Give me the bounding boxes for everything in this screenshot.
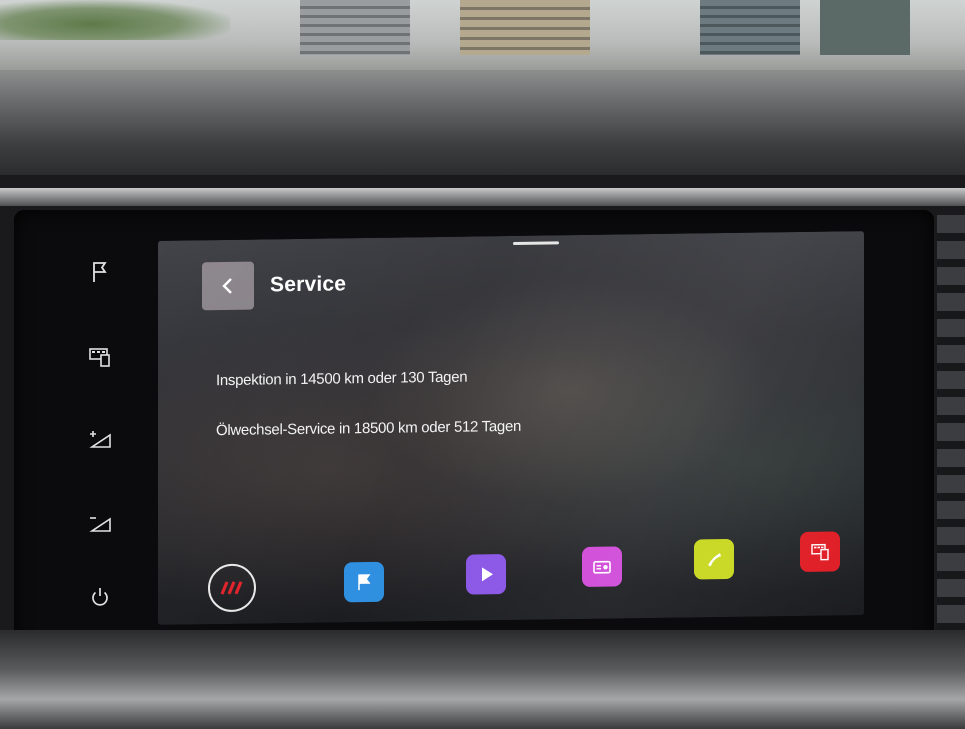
building [300, 0, 410, 55]
back-button[interactable] [202, 261, 254, 311]
touchscreen: Service Inspektion in 14500 km oder 130 … [158, 231, 864, 625]
radio-app-button[interactable] [582, 546, 622, 588]
windshield-background [0, 0, 965, 70]
dashboard-bottom-trim [0, 630, 965, 729]
power-button[interactable] [78, 575, 122, 619]
home-button[interactable] [208, 563, 256, 613]
air-vent [937, 215, 965, 635]
volume-down-button[interactable] [78, 502, 122, 546]
car-menu-icon [811, 543, 829, 561]
volume-up-button[interactable] [78, 418, 122, 462]
power-icon [92, 588, 108, 606]
app-dock [158, 521, 864, 613]
tree-silhouette [0, 0, 230, 40]
car-menu-hard-button[interactable] [78, 335, 122, 379]
phone-icon [708, 553, 721, 567]
radio-icon [593, 560, 611, 574]
pull-down-handle[interactable] [513, 241, 559, 245]
building [700, 0, 800, 55]
chrome-trim [0, 188, 965, 206]
car-menu-app-button[interactable] [800, 531, 840, 572]
page-title: Service [270, 272, 347, 297]
volume-up-icon [89, 431, 111, 448]
media-play-icon [482, 567, 493, 582]
car-menu-icon [89, 348, 110, 367]
phone-app-button[interactable] [694, 538, 734, 580]
home-stripes-icon [220, 581, 243, 595]
nav-hard-button[interactable] [78, 250, 122, 294]
inspection-info: Inspektion in 14500 km oder 130 Tagen [216, 368, 468, 390]
dashboard-top [0, 70, 965, 175]
building [460, 0, 590, 55]
media-app-button[interactable] [466, 554, 506, 595]
chevron-left-icon [222, 278, 232, 294]
hardware-buttons [78, 240, 126, 620]
navigation-flag-icon [358, 574, 371, 591]
volume-down-icon [89, 517, 111, 532]
oil-service-info: Ölwechsel-Service in 18500 km oder 512 T… [216, 417, 522, 440]
building [820, 0, 910, 55]
navigation-app-button[interactable] [344, 561, 384, 603]
navigation-flag-icon [93, 262, 107, 282]
